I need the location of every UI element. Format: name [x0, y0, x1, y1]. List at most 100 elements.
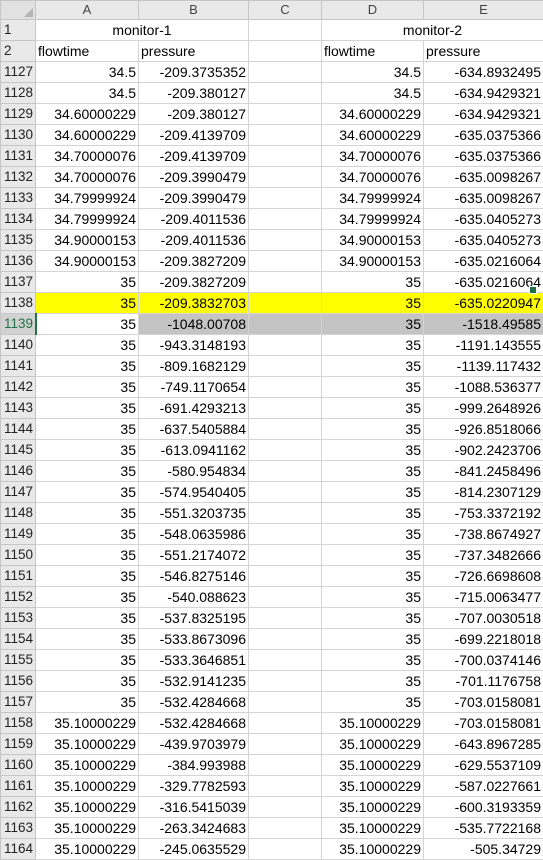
empty-cell[interactable] [249, 629, 322, 650]
flowtime-cell[interactable]: 35 [322, 608, 424, 629]
pressure-cell[interactable]: -635.0375366 [424, 125, 543, 146]
flowtime-cell[interactable]: 35 [36, 692, 139, 713]
flowtime-cell[interactable]: 35 [322, 566, 424, 587]
flowtime-cell[interactable]: 35 [322, 398, 424, 419]
pressure-cell[interactable]: -587.0227661 [424, 776, 543, 797]
pressure-cell[interactable]: -209.3990479 [139, 167, 249, 188]
row-header[interactable]: 1154 [1, 629, 36, 650]
pressure-cell[interactable]: -1139.117432 [424, 356, 543, 377]
pressure-cell[interactable]: -209.4139709 [139, 125, 249, 146]
flowtime-cell[interactable]: 35 [36, 440, 139, 461]
row-header[interactable]: 1145 [1, 440, 36, 461]
fill-handle[interactable] [529, 286, 537, 294]
pressure-cell[interactable]: -634.8932495 [424, 62, 543, 83]
flowtime-cell[interactable]: 35 [322, 482, 424, 503]
flowtime-cell[interactable]: 34.70000076 [322, 167, 424, 188]
flowtime-cell[interactable]: 35.10000229 [36, 797, 139, 818]
flowtime-cell[interactable]: 35.10000229 [322, 755, 424, 776]
empty-cell[interactable] [249, 776, 322, 797]
pressure-cell[interactable]: -902.2423706 [424, 440, 543, 461]
row-header[interactable]: 1159 [1, 734, 36, 755]
pressure-cell[interactable]: -546.8275146 [139, 566, 249, 587]
flowtime-cell[interactable]: 34.90000153 [36, 230, 139, 251]
pressure-cell[interactable]: -1048.00708 [139, 314, 249, 335]
flowtime-cell[interactable]: 35 [36, 377, 139, 398]
flowtime-cell[interactable]: 35 [322, 293, 424, 314]
flowtime-cell[interactable]: 35 [36, 524, 139, 545]
flowtime-header-cell[interactable]: flowtime [36, 41, 139, 62]
empty-cell[interactable] [249, 524, 322, 545]
flowtime-cell[interactable]: 35.10000229 [36, 734, 139, 755]
row-header[interactable]: 1134 [1, 209, 36, 230]
empty-cell[interactable] [249, 356, 322, 377]
pressure-cell[interactable]: -691.4293213 [139, 398, 249, 419]
pressure-cell[interactable]: -551.3203735 [139, 503, 249, 524]
flowtime-cell[interactable]: 34.79999924 [36, 188, 139, 209]
pressure-cell[interactable]: -532.4284668 [139, 692, 249, 713]
empty-cell[interactable] [249, 83, 322, 104]
row-header[interactable]: 1156 [1, 671, 36, 692]
row-header[interactable]: 1138 [1, 293, 36, 314]
pressure-cell[interactable]: -635.0216064 [424, 272, 543, 293]
pressure-cell[interactable]: -637.5405884 [139, 419, 249, 440]
pressure-cell[interactable]: -634.9429321 [424, 104, 543, 125]
row-header[interactable]: 2 [1, 41, 36, 62]
row-header[interactable]: 1163 [1, 818, 36, 839]
pressure-cell[interactable]: -1191.143555 [424, 335, 543, 356]
flowtime-cell[interactable]: 35 [322, 545, 424, 566]
flowtime-cell[interactable]: 35 [36, 335, 139, 356]
empty-cell[interactable] [249, 608, 322, 629]
empty-cell[interactable] [249, 818, 322, 839]
empty-cell[interactable] [249, 188, 322, 209]
flowtime-cell[interactable]: 35 [36, 650, 139, 671]
row-header[interactable]: 1130 [1, 125, 36, 146]
flowtime-cell[interactable]: 35 [36, 503, 139, 524]
pressure-cell[interactable]: -209.3827209 [139, 272, 249, 293]
flowtime-cell[interactable]: 34.79999924 [322, 209, 424, 230]
flowtime-cell[interactable]: 34.70000076 [322, 146, 424, 167]
flowtime-cell[interactable]: 35.10000229 [36, 776, 139, 797]
flowtime-cell[interactable]: 35 [36, 356, 139, 377]
flowtime-cell[interactable]: 34.5 [36, 83, 139, 104]
empty-cell[interactable] [249, 587, 322, 608]
flowtime-cell[interactable]: 35.10000229 [322, 776, 424, 797]
pressure-cell[interactable]: -209.4139709 [139, 146, 249, 167]
select-all-corner[interactable] [1, 1, 36, 20]
pressure-cell[interactable]: -209.3832703 [139, 293, 249, 314]
empty-cell[interactable] [249, 293, 322, 314]
flowtime-cell[interactable]: 35 [322, 650, 424, 671]
empty-cell[interactable] [249, 251, 322, 272]
empty-cell[interactable] [249, 503, 322, 524]
flowtime-cell[interactable]: 34.90000153 [36, 251, 139, 272]
empty-cell[interactable] [249, 230, 322, 251]
empty-cell[interactable] [249, 461, 322, 482]
pressure-cell[interactable]: -209.4011536 [139, 230, 249, 251]
pressure-cell[interactable]: -209.380127 [139, 104, 249, 125]
empty-cell[interactable] [249, 146, 322, 167]
empty-cell[interactable] [249, 482, 322, 503]
pressure-cell[interactable]: -535.7722168 [424, 818, 543, 839]
pressure-cell[interactable]: -841.2458496 [424, 461, 543, 482]
monitor-2-title-cell[interactable]: monitor-2 [322, 20, 543, 41]
row-header[interactable]: 1127 [1, 62, 36, 83]
pressure-cell[interactable]: -505.34729 [424, 839, 543, 860]
pressure-cell[interactable]: -726.6698608 [424, 566, 543, 587]
pressure-cell[interactable]: -263.3424683 [139, 818, 249, 839]
pressure-cell[interactable]: -1088.536377 [424, 377, 543, 398]
pressure-header-cell[interactable]: pressure [424, 41, 543, 62]
flowtime-cell[interactable]: 35.10000229 [322, 713, 424, 734]
empty-cell[interactable] [249, 41, 322, 62]
row-header[interactable]: 1135 [1, 230, 36, 251]
flowtime-cell[interactable]: 35 [36, 293, 139, 314]
row-header[interactable]: 1152 [1, 587, 36, 608]
pressure-cell[interactable]: -809.1682129 [139, 356, 249, 377]
flowtime-cell[interactable]: 35 [322, 503, 424, 524]
empty-cell[interactable] [249, 398, 322, 419]
pressure-cell[interactable]: -699.2218018 [424, 629, 543, 650]
empty-cell[interactable] [249, 797, 322, 818]
flowtime-cell[interactable]: 35 [322, 587, 424, 608]
empty-cell[interactable] [249, 440, 322, 461]
flowtime-cell[interactable]: 35 [322, 272, 424, 293]
pressure-cell[interactable]: -209.3827209 [139, 251, 249, 272]
flowtime-cell[interactable]: 34.60000229 [322, 125, 424, 146]
